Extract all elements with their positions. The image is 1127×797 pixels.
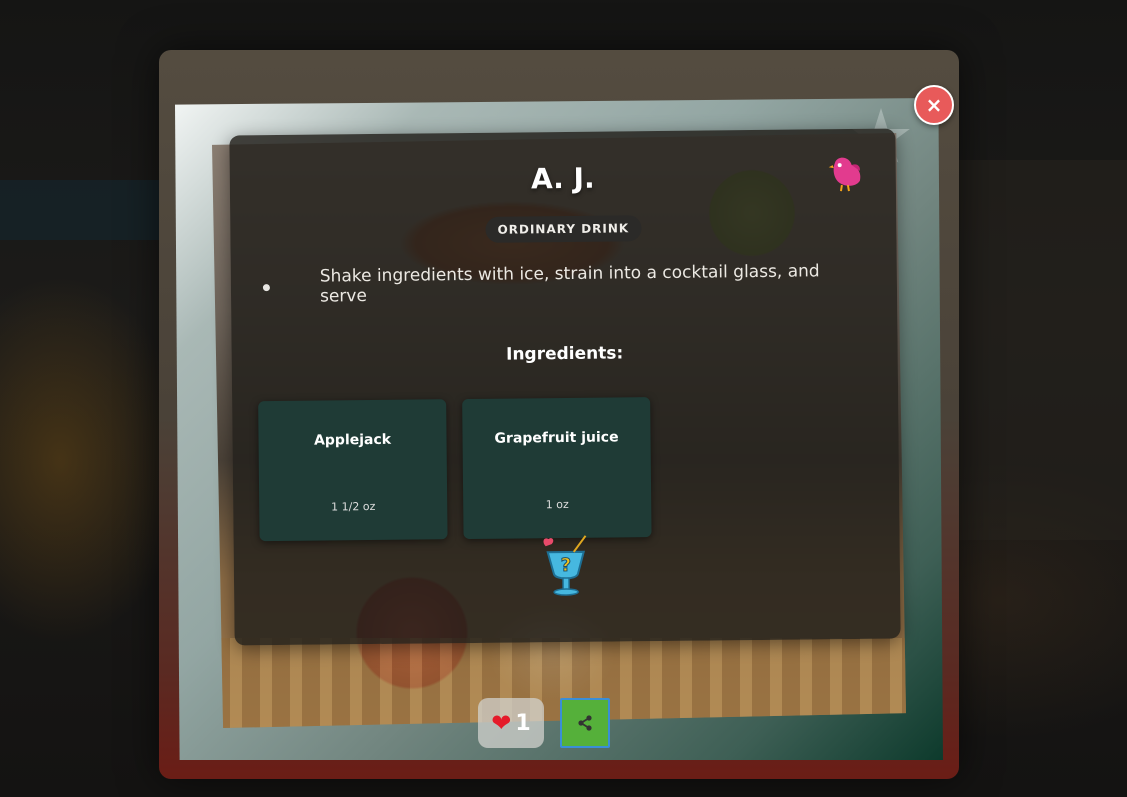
svg-text:?: ? <box>561 555 572 576</box>
mystery-cocktail-icon: ? <box>543 535 587 596</box>
bullet-icon <box>262 283 270 291</box>
ingredient-measure: 1 oz <box>545 497 569 512</box>
ingredient-name: Applejack <box>313 431 392 449</box>
ingredient-card: Grapefruit juice 1 oz <box>462 397 652 540</box>
ingredients-heading: Ingredients: <box>505 343 624 365</box>
heart-icon: ❤ <box>491 709 512 737</box>
ingredient-name: Grapefruit juice <box>494 429 619 447</box>
share-icon <box>578 715 592 731</box>
instruction-item: Shake ingredients with ice, strain into … <box>262 261 857 307</box>
ingredient-measure: 1 1/2 oz <box>331 499 376 514</box>
close-button[interactable]: × <box>914 85 954 125</box>
bird-icon <box>828 157 861 192</box>
drink-details-card: A. J. ORDINARY DRINK Shake ingredients w… <box>229 128 901 646</box>
share-button[interactable] <box>560 698 610 748</box>
like-count: 1 <box>515 710 531 736</box>
drink-modal: A. J. ORDINARY DRINK Shake ingredients w… <box>159 50 959 779</box>
category-badge: ORDINARY DRINK <box>485 215 642 243</box>
like-button[interactable]: ❤ 1 <box>478 698 544 748</box>
ingredients-list: Applejack 1 1/2 oz Grapefruit juice 1 oz <box>258 397 652 542</box>
instruction-text: Shake ingredients with ice, strain into … <box>319 261 820 307</box>
drink-title: A. J. <box>530 161 595 196</box>
ingredient-card: Applejack 1 1/2 oz <box>258 399 448 542</box>
